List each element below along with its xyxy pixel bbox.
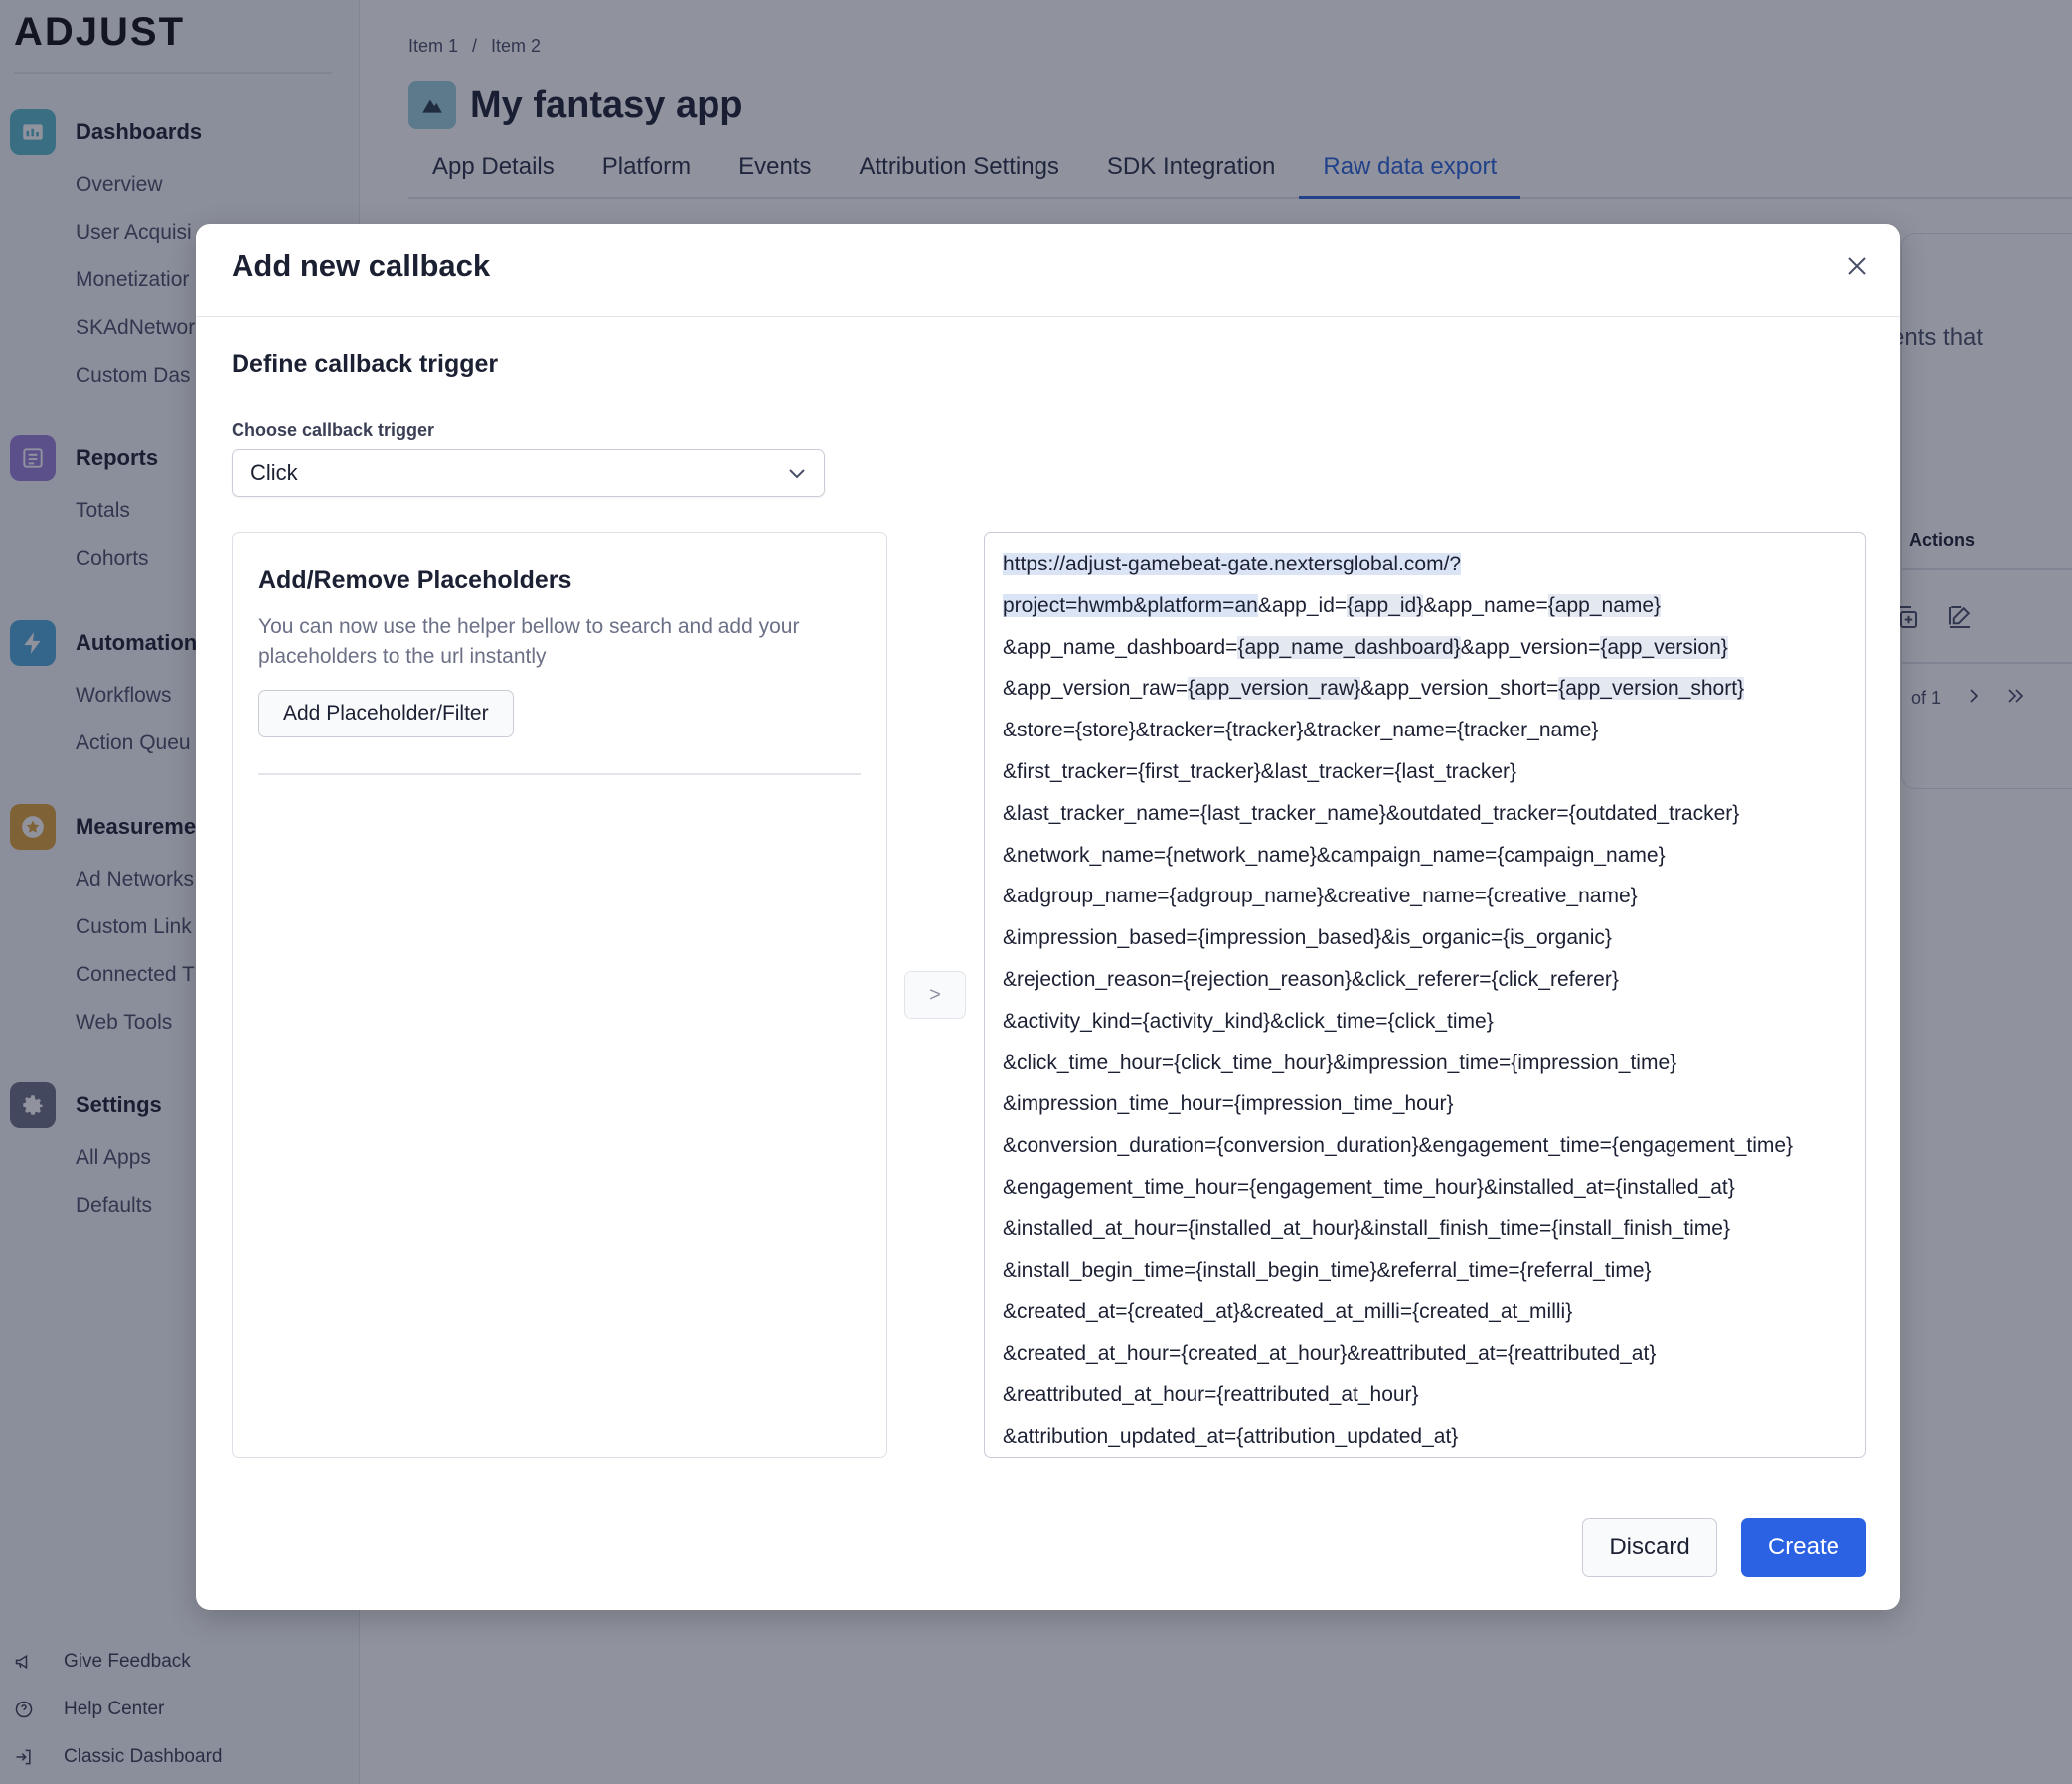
url-segment: &attribution_updated_at={attribution_upd… bbox=[1003, 1424, 1459, 1448]
url-line: &app_name_dashboard={app_name_dashboard}… bbox=[1003, 630, 1847, 672]
placeholders-panel: Add/Remove Placeholders You can now use … bbox=[232, 532, 887, 1458]
url-segment: &adgroup_name={adgroup_name}&creative_na… bbox=[1003, 885, 1638, 908]
callback-trigger-heading: Define callback trigger bbox=[232, 350, 499, 378]
callback-trigger-select[interactable]: Click bbox=[232, 449, 825, 497]
add-callback-modal: Add new callback Define callback trigger… bbox=[196, 224, 1900, 1610]
url-line: &engagement_time_hour={engagement_time_h… bbox=[1003, 1170, 1847, 1212]
url-segment: &install_begin_time={install_begin_time}… bbox=[1003, 1258, 1652, 1282]
url-segment: &activity_kind={activity_kind}&click_tim… bbox=[1003, 1009, 1494, 1033]
url-segment: &app_name= bbox=[1423, 593, 1548, 617]
url-segment: &engagement_time_hour={engagement_time_h… bbox=[1003, 1175, 1735, 1199]
url-segment: &network_name={network_name}&campaign_na… bbox=[1003, 843, 1666, 867]
url-placeholder-token: {app_version} bbox=[1600, 635, 1728, 659]
url-line: &click_time_hour={click_time_hour}&impre… bbox=[1003, 1046, 1847, 1087]
chevron-down-icon bbox=[788, 460, 806, 486]
url-segment: &app_version_short= bbox=[1360, 677, 1559, 701]
url-segment: &impression_time_hour={impression_time_h… bbox=[1003, 1092, 1454, 1116]
url-line: &app_version_raw={app_version_raw}&app_v… bbox=[1003, 671, 1847, 713]
url-placeholder-token: {app_name} bbox=[1547, 593, 1662, 617]
url-placeholder-token: {app_version_short} bbox=[1558, 677, 1745, 701]
url-segment: &installed_at_hour={installed_at_hour}&i… bbox=[1003, 1216, 1730, 1240]
url-line: &last_tracker_name={last_tracker_name}&o… bbox=[1003, 796, 1847, 838]
url-line: &network_name={network_name}&campaign_na… bbox=[1003, 838, 1847, 880]
url-placeholder-token: {app_id} bbox=[1347, 593, 1424, 617]
close-icon[interactable] bbox=[1842, 251, 1872, 281]
trigger-selected-value: Click bbox=[250, 460, 298, 485]
create-button[interactable]: Create bbox=[1741, 1518, 1866, 1577]
url-segment: &reattributed_at_hour={reattributed_at_h… bbox=[1003, 1382, 1419, 1406]
url-line: &rejection_reason={rejection_reason}&cli… bbox=[1003, 962, 1847, 1004]
callback-url-textarea[interactable]: https://adjust-gamebeat-gate.nextersglob… bbox=[984, 532, 1866, 1458]
url-placeholder-token: {app_version_raw} bbox=[1188, 677, 1361, 701]
url-line: &adgroup_name={adgroup_name}&creative_na… bbox=[1003, 879, 1847, 920]
url-segment: &click_time_hour={click_time_hour}&impre… bbox=[1003, 1051, 1677, 1074]
placeholders-title: Add/Remove Placeholders bbox=[258, 567, 572, 594]
url-segment: https://adjust-gamebeat-gate.nextersglob… bbox=[1003, 553, 1462, 575]
url-line: &install_begin_time={install_begin_time}… bbox=[1003, 1253, 1847, 1295]
url-line: &created_at_hour={created_at_hour}&reatt… bbox=[1003, 1336, 1847, 1378]
url-line: &created_at={created_at}&created_at_mill… bbox=[1003, 1294, 1847, 1336]
placeholders-description: You can now use the helper bellow to sea… bbox=[258, 615, 800, 668]
url-segment: &rejection_reason={rejection_reason}&cli… bbox=[1003, 967, 1619, 991]
url-segment: &created_at_hour={created_at_hour}&reatt… bbox=[1003, 1342, 1657, 1366]
url-segment: &app_version_raw= bbox=[1003, 677, 1189, 701]
url-line: &conversion_duration={conversion_duratio… bbox=[1003, 1128, 1847, 1170]
url-line: &reattributed_at_hour={reattributed_at_h… bbox=[1003, 1378, 1847, 1419]
url-segment: &first_tracker={first_tracker}&last_trac… bbox=[1003, 759, 1517, 783]
trigger-field-label: Choose callback trigger bbox=[232, 420, 435, 440]
url-segment: &conversion_duration={conversion_duratio… bbox=[1003, 1134, 1794, 1158]
url-line: &first_tracker={first_tracker}&last_trac… bbox=[1003, 754, 1847, 796]
url-line: &installed_at_hour={installed_at_hour}&i… bbox=[1003, 1212, 1847, 1253]
url-line: &store={store}&tracker={tracker}&tracker… bbox=[1003, 713, 1847, 754]
url-segment: &app_name_dashboard= bbox=[1003, 635, 1238, 659]
url-segment: &app_id= bbox=[1257, 593, 1348, 617]
url-segment: &created_at={created_at}&created_at_mill… bbox=[1003, 1300, 1573, 1324]
url-segment: &app_version= bbox=[1460, 635, 1601, 659]
url-placeholder-token: {app_name_dashboard} bbox=[1237, 635, 1461, 659]
modal-header: Add new callback bbox=[196, 224, 1900, 317]
url-line: &attribution_updated_at={attribution_upd… bbox=[1003, 1419, 1847, 1457]
url-line: &impression_time_hour={impression_time_h… bbox=[1003, 1086, 1847, 1128]
url-line: &impression_based={impression_based}&is_… bbox=[1003, 920, 1847, 962]
add-placeholder-button[interactable]: Add Placeholder/Filter bbox=[258, 690, 514, 737]
url-segment: &store={store}&tracker={tracker}&tracker… bbox=[1003, 719, 1599, 742]
insert-arrow-button[interactable]: > bbox=[904, 971, 966, 1019]
url-segment: &impression_based={impression_based}&is_… bbox=[1003, 926, 1612, 950]
url-line: project=hwmb&platform=an&app_id={app_id}… bbox=[1003, 588, 1847, 630]
url-line: &activity_kind={activity_kind}&click_tim… bbox=[1003, 1004, 1847, 1046]
modal-title: Add new callback bbox=[232, 248, 491, 283]
url-segment: project=hwmb&platform=an bbox=[1003, 593, 1258, 617]
url-segment: &last_tracker_name={last_tracker_name}&o… bbox=[1003, 801, 1740, 825]
placeholders-divider bbox=[258, 773, 861, 775]
url-line: https://adjust-gamebeat-gate.nextersglob… bbox=[1003, 547, 1847, 588]
discard-button[interactable]: Discard bbox=[1582, 1518, 1717, 1577]
